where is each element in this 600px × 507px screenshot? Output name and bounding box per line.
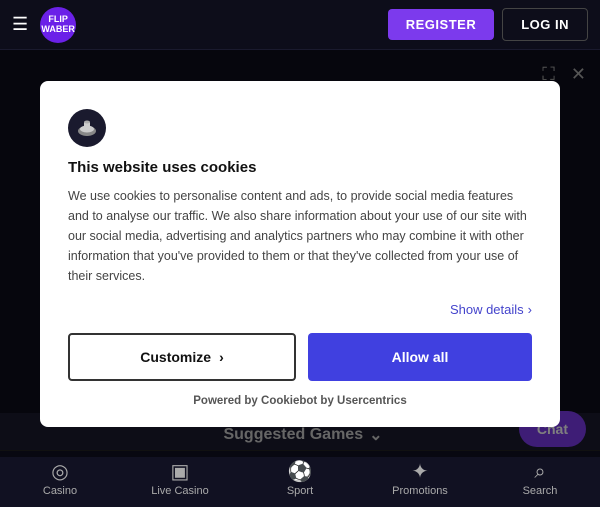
main-content: ⛶ ✕ This website uses cookies We use coo… [0, 50, 600, 457]
cookie-body-text: We use cookies to personalise content an… [68, 186, 532, 286]
logo-icon: FLIP WABER [40, 7, 76, 43]
search-icon: ⌕ [534, 462, 545, 482]
nav-item-promotions[interactable]: ✦ Promotions [390, 462, 450, 497]
cookie-title: This website uses cookies [68, 159, 532, 176]
show-details-link[interactable]: Show details [450, 302, 524, 317]
casino-icon: ◎ [51, 462, 68, 482]
cookie-modal: This website uses cookies We use cookies… [40, 81, 560, 427]
cookie-logo-icon [68, 109, 106, 147]
chevron-right-icon: › [528, 302, 532, 317]
promotions-icon: ✦ [412, 462, 429, 482]
logo: FLIP WABER [40, 7, 76, 43]
customize-button[interactable]: Customize › [68, 333, 296, 381]
cookie-overlay: This website uses cookies We use cookies… [0, 50, 600, 457]
nav-item-live-casino[interactable]: ▣ Live Casino [150, 462, 210, 497]
register-button[interactable]: REGISTER [388, 9, 494, 40]
login-button[interactable]: LOG IN [502, 8, 588, 41]
cookie-buttons: Customize › Allow all [68, 333, 532, 381]
cookie-logo [68, 109, 532, 147]
search-label: Search [523, 485, 558, 497]
promotions-label: Promotions [392, 485, 448, 497]
sport-icon: ⚽ [288, 462, 313, 482]
allow-all-button[interactable]: Allow all [308, 333, 532, 381]
cookie-footer: Powered by Cookiebot by Usercentrics [68, 395, 532, 407]
cookie-show-details: Show details › [68, 302, 532, 317]
casino-label: Casino [43, 485, 77, 497]
live-casino-label: Live Casino [151, 485, 208, 497]
top-navigation: ☰ FLIP WABER REGISTER LOG IN [0, 0, 600, 50]
cookie-hat-icon [76, 117, 98, 139]
nav-right: REGISTER LOG IN [388, 8, 588, 41]
sport-label: Sport [287, 485, 313, 497]
nav-item-search[interactable]: ⌕ Search [510, 462, 570, 497]
hamburger-menu[interactable]: ☰ [12, 14, 28, 35]
nav-item-casino[interactable]: ◎ Casino [30, 462, 90, 497]
nav-item-sport[interactable]: ⚽ Sport [270, 462, 330, 497]
nav-left: ☰ FLIP WABER [12, 7, 76, 43]
live-casino-icon: ▣ [171, 462, 190, 482]
bottom-navigation: ◎ Casino ▣ Live Casino ⚽ Sport ✦ Promoti… [0, 450, 600, 507]
